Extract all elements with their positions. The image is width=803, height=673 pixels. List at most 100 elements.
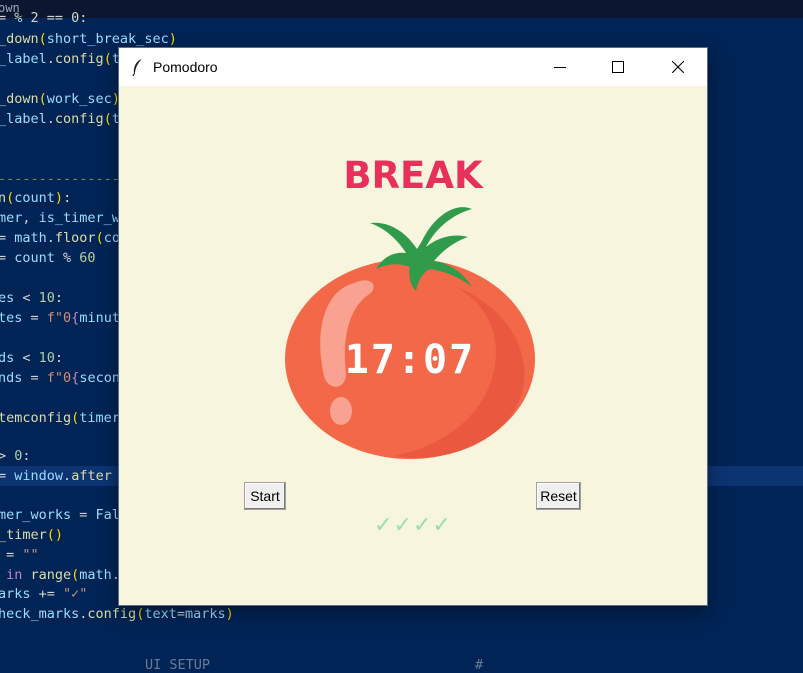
- code-token: :: [63, 190, 72, 206]
- code-token: config: [54, 111, 104, 127]
- start-button[interactable]: Start: [244, 482, 286, 510]
- editor-tab-bar: own: [0, 0, 803, 18]
- code-token: 10: [38, 350, 55, 366]
- code-line: in range(math.: [0, 565, 120, 585]
- code-token: .: [46, 51, 55, 67]
- tomato-image: [285, 207, 535, 459]
- code-token: nds: [0, 370, 23, 386]
- code-token: <: [14, 350, 39, 366]
- code-token: marks: [185, 606, 226, 622]
- code-token: after: [71, 468, 112, 484]
- code-token: 10: [38, 290, 55, 306]
- code-token: floor: [54, 230, 96, 246]
- code-line: = window.after: [0, 466, 112, 486]
- code-token: temconfig: [0, 410, 72, 426]
- code-line: _label.config(t: [0, 109, 120, 129]
- code-token: ): [168, 31, 177, 47]
- code-token: :: [22, 448, 31, 464]
- code-token: tes: [0, 310, 23, 326]
- code-line: es < 10:: [0, 288, 63, 308]
- feather-icon: [132, 58, 143, 76]
- code-line: arks += "✓": [0, 584, 87, 604]
- pomodoro-window[interactable]: Pomodoro BREAK 17:07 Start Reset ✓✓✓✓: [119, 48, 707, 605]
- check-marks-label: ✓✓✓✓: [374, 513, 452, 538]
- code-token: =: [22, 370, 47, 386]
- code-token: <: [14, 290, 39, 306]
- code-token: f"0: [46, 310, 72, 326]
- code-token: %: [54, 250, 80, 266]
- code-token: =: [0, 230, 7, 246]
- code-token: work_sec: [46, 91, 112, 107]
- code-token: (: [38, 31, 47, 47]
- code-line: temconfig(timer_: [0, 408, 128, 428]
- code-token: = % 2 == 0:: [0, 10, 88, 26]
- code-token: f"0: [46, 370, 72, 386]
- code-token: mer_works: [0, 507, 72, 523]
- code-line: = "": [0, 545, 39, 565]
- code-line: _label.config(t: [0, 49, 120, 69]
- code-token: heck_marks: [0, 606, 80, 622]
- code-token: ,: [22, 210, 39, 226]
- code-token: (: [38, 91, 47, 107]
- close-icon: [672, 61, 684, 73]
- code-token: mer: [0, 210, 23, 226]
- code-token: count: [14, 250, 55, 266]
- code-token: =: [0, 468, 7, 484]
- editor-footer-comment: UI SETUP: [145, 657, 211, 673]
- reset-button[interactable]: Reset: [536, 482, 581, 510]
- code-token: :: [54, 290, 64, 306]
- code-token: .: [46, 230, 55, 246]
- code-token: is_timer_w: [38, 210, 120, 226]
- code-token: ): [225, 606, 234, 622]
- code-token: =: [0, 547, 23, 563]
- code-line: = math.floor(cou: [0, 228, 128, 248]
- code-token: arks: [0, 586, 31, 602]
- code-line: nds = f"0{seconc: [0, 368, 128, 388]
- code-line: > 0:: [0, 446, 31, 466]
- code-line: heck_marks.config(text=marks): [0, 604, 234, 624]
- code-line: tes = f"0{minute: [0, 308, 128, 328]
- code-token: (): [46, 527, 64, 543]
- window-title-bar[interactable]: Pomodoro: [119, 48, 707, 86]
- code-line: _down(short_break_sec): [0, 29, 177, 49]
- code-token: range: [30, 567, 72, 583]
- code-token: =: [0, 250, 7, 266]
- code-token: "✓": [63, 586, 88, 602]
- code-token: count: [14, 190, 55, 206]
- code-line: mer, is_timer_w: [0, 208, 120, 228]
- maximize-icon: [612, 61, 624, 73]
- code-token: es: [0, 290, 15, 306]
- minimize-icon: [554, 67, 566, 68]
- editor-footer-hash: #: [475, 657, 484, 673]
- pomodoro-canvas: BREAK 17:07 Start Reset ✓✓✓✓: [119, 86, 707, 605]
- code-token: _down: [0, 91, 39, 107]
- code-token: config: [87, 606, 137, 622]
- close-button[interactable]: [649, 48, 707, 86]
- window-title: Pomodoro: [153, 59, 218, 75]
- code-token: (: [95, 230, 104, 246]
- code-line: = % 2 == 0:: [0, 8, 87, 28]
- code-token: Fal: [95, 507, 120, 523]
- minimize-button[interactable]: [531, 48, 589, 86]
- code-line: mer_works = Fal: [0, 505, 120, 525]
- code-token: "": [22, 547, 39, 563]
- code-token: .: [63, 468, 72, 484]
- code-token: config: [54, 51, 104, 67]
- code-token: math.: [79, 567, 120, 583]
- code-line: _timer(): [0, 525, 63, 545]
- code-line: _down(work_sec): [0, 89, 120, 109]
- code-token: window: [14, 468, 64, 484]
- code-line: = count % 60: [0, 248, 96, 268]
- status-label: BREAK: [343, 154, 483, 197]
- maximize-button[interactable]: [589, 48, 647, 86]
- code-token: ds: [0, 350, 15, 366]
- code-token: >: [0, 448, 7, 464]
- code-token: +=: [30, 586, 64, 602]
- code-token: (: [103, 51, 112, 67]
- code-token: _down: [0, 31, 39, 47]
- code-token: :: [54, 350, 64, 366]
- code-token: _timer: [0, 527, 47, 543]
- code-token: in: [0, 567, 31, 583]
- code-token: ): [54, 190, 64, 206]
- code-token: =: [176, 606, 185, 622]
